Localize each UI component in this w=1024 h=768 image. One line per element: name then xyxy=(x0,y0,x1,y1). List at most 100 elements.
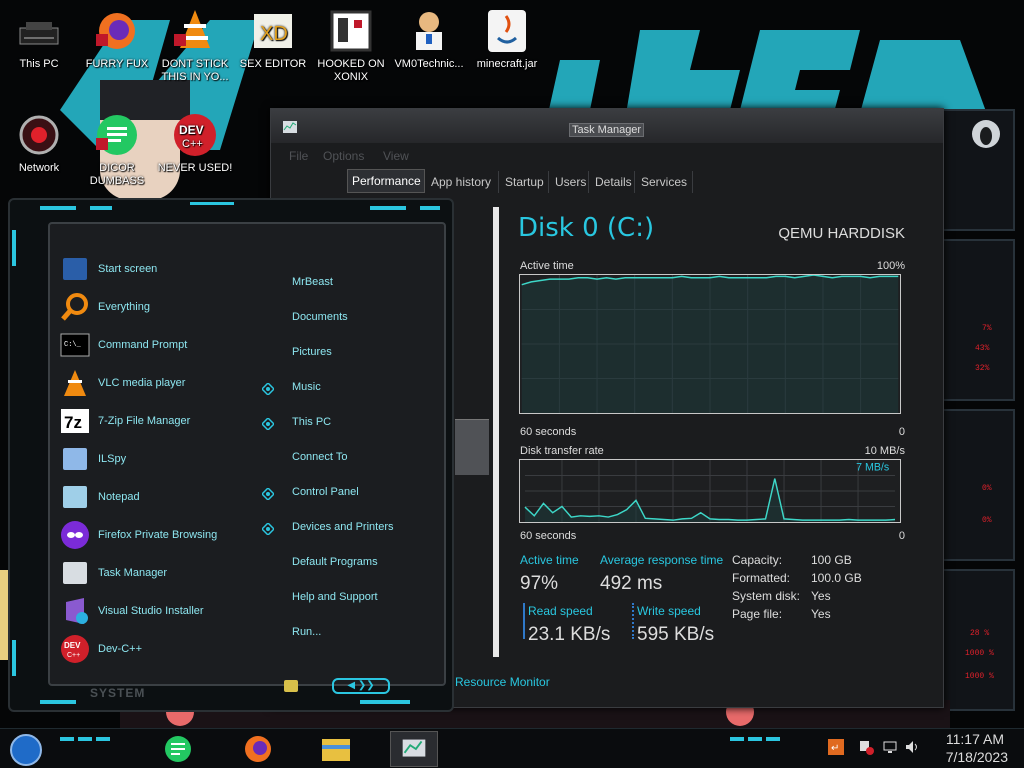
start-menu-item[interactable]: Everything xyxy=(60,292,150,322)
submenu-arrow-icon xyxy=(262,418,274,430)
start-menu-place[interactable]: Pictures xyxy=(292,346,332,358)
start-menu-place[interactable]: MrBeast xyxy=(292,276,333,288)
start-menu-place[interactable]: Run... xyxy=(292,626,321,638)
start-menu-place[interactable]: Music xyxy=(292,381,321,393)
magnifier-icon xyxy=(61,293,88,321)
active-time-graph-time: 60 seconds xyxy=(520,426,577,438)
clock-time[interactable]: 11:17 AM xyxy=(946,731,1004,747)
start-menu-item[interactable]: Task Manager xyxy=(60,558,167,588)
start-menu-item-label: 7-Zip File Manager xyxy=(98,415,191,427)
start-menu-item[interactable]: 7z 7-Zip File Manager xyxy=(60,406,190,436)
start-menu-item[interactable]: VLC media player xyxy=(60,368,185,398)
file-explorer-icon[interactable] xyxy=(312,731,360,767)
flag-icon[interactable] xyxy=(858,739,874,755)
start-menu-item-label: Visual Studio Installer xyxy=(98,605,204,617)
start-menu-item[interactable]: Start screen xyxy=(60,254,157,284)
start-menu-place[interactable]: Connect To xyxy=(292,451,347,463)
start-orb[interactable] xyxy=(8,733,44,767)
svg-text:43%: 43% xyxy=(975,344,990,353)
active-time-graph-label: Active time xyxy=(520,260,574,272)
stat-write-speed-label: Write speed xyxy=(637,604,701,618)
desktop-icon-sex-editor[interactable]: XD SEX EDITOR xyxy=(234,8,312,71)
desktop-icon-network[interactable]: Network xyxy=(0,112,78,175)
desktop-icon-label: HOOKED ON XONIX xyxy=(317,58,385,83)
stat-read-speed-label: Read speed xyxy=(528,604,593,618)
svg-text:7%: 7% xyxy=(982,324,992,333)
system-label: SYSTEM xyxy=(90,686,146,700)
start-menu-item-label: Start screen xyxy=(98,263,158,275)
discord-icon[interactable] xyxy=(154,731,202,767)
start-menu-place[interactable]: Documents xyxy=(292,311,348,323)
task-manager-icon[interactable] xyxy=(390,731,438,767)
start-menu-place[interactable]: This PC xyxy=(292,416,331,428)
desktop-icon-minecraft-jar[interactable]: minecraft.jar xyxy=(468,8,546,71)
start-menu-item-label: ILSpy xyxy=(98,453,127,465)
start-menu-place[interactable]: Default Programs xyxy=(292,556,378,568)
start-menu-item[interactable]: Notepad xyxy=(60,482,140,512)
start-menu-item[interactable]: C:\_ Command Prompt xyxy=(60,330,187,360)
computer-icon xyxy=(19,22,59,45)
write-speed-bar xyxy=(632,603,634,639)
accessibility-icon[interactable]: ↵ xyxy=(828,739,844,755)
active-time-graph-min: 0 xyxy=(898,426,905,438)
firefox-icon xyxy=(96,13,135,49)
start-menu-item[interactable]: DEV C++ Dev-C++ xyxy=(60,634,142,664)
menu-file[interactable]: File xyxy=(289,149,308,163)
task-manager-icon xyxy=(283,121,297,133)
desktop-icon-vm0technic[interactable]: VM0Technic... xyxy=(390,8,468,71)
transfer-rate-graph-max: 10 MB/s xyxy=(864,445,905,457)
clock-date[interactable]: 7/18/2023 xyxy=(946,749,1008,765)
start-menu-place[interactable]: Devices and Printers xyxy=(292,521,394,533)
cmd-icon: C:\_ xyxy=(60,333,90,357)
start-menu-place[interactable]: Help and Support xyxy=(292,591,378,603)
menu-view[interactable]: View xyxy=(383,149,409,163)
start-menu: Start screen Everything C:\_ Command Prompt… xyxy=(8,198,454,712)
start-menu-place[interactable]: Control Panel xyxy=(292,486,359,498)
desktop-icon-dicor-dumbass[interactable]: DICOR DUMBASS xyxy=(78,112,156,188)
stat-read-speed-value: 23.1 KB/s xyxy=(528,624,611,645)
svg-text:↵: ↵ xyxy=(831,743,839,754)
network-icon[interactable] xyxy=(882,739,898,755)
title-bar[interactable]: Task Manager xyxy=(271,109,943,143)
tab-services[interactable]: Services xyxy=(637,171,693,193)
power-options-button[interactable]: ◀ ❯❯ xyxy=(332,678,390,694)
disk-title: Disk 0 (C:) xyxy=(518,213,655,243)
tab-users[interactable]: Users xyxy=(551,171,589,193)
7zip-icon: 7z xyxy=(61,409,89,433)
resource-monitor-link[interactable]: Resource Monitor xyxy=(455,675,550,689)
ilspy-icon xyxy=(63,448,87,470)
desktop-icon-hooked-on-xonix[interactable]: HOOKED ON XONIX xyxy=(312,8,390,84)
tab-details[interactable]: Details xyxy=(591,171,635,193)
svg-text:DEV: DEV xyxy=(179,123,204,137)
desktop-icon-never-used[interactable]: DEV C++ NEVER USED! xyxy=(156,112,234,175)
start-menu-item[interactable]: ILSpy xyxy=(60,444,126,474)
transfer-rate-scale-label: 7 MB/s xyxy=(856,462,889,474)
taskbar-decoration xyxy=(60,737,110,741)
scrollbar-thumb[interactable] xyxy=(455,419,489,475)
svg-text:28 %: 28 % xyxy=(970,629,989,638)
transfer-rate-graph: 7 MB/s xyxy=(519,459,901,523)
desktop-icon-furry-fux[interactable]: FURRY FUX xyxy=(78,8,156,71)
firefox-icon[interactable] xyxy=(234,731,282,767)
stat-active-time-value: 97% xyxy=(520,573,559,594)
doctor-icon xyxy=(416,12,442,50)
volume-icon[interactable] xyxy=(904,739,920,755)
menu-options[interactable]: Options xyxy=(323,149,364,163)
prop-system-disk-value: Yes xyxy=(811,589,831,603)
svg-text:C++: C++ xyxy=(67,652,80,659)
desktop-icon-this-pc[interactable]: This PC xyxy=(0,8,78,71)
note-icon[interactable] xyxy=(284,680,298,692)
desktop-icon-dont-stick[interactable]: DONT STICK THIS IN YO... xyxy=(156,8,234,84)
stat-response-time-label: Average response time xyxy=(600,553,724,567)
desktop-icon-label: Network xyxy=(18,162,60,174)
tab-performance[interactable]: Performance xyxy=(347,169,425,193)
start-menu-item[interactable]: Visual Studio Installer xyxy=(60,596,204,626)
pane-splitter[interactable] xyxy=(493,207,499,657)
start-menu-item[interactable]: Firefox Private Browsing xyxy=(60,520,217,550)
tab-app-history[interactable]: App history xyxy=(427,171,499,193)
svg-text:1000 %: 1000 % xyxy=(965,649,994,658)
stat-response-time-value: 492 ms xyxy=(600,573,663,594)
firefox-private-icon xyxy=(61,521,89,549)
prop-formatted-label: Formatted: xyxy=(732,571,791,585)
tab-startup[interactable]: Startup xyxy=(501,171,549,193)
